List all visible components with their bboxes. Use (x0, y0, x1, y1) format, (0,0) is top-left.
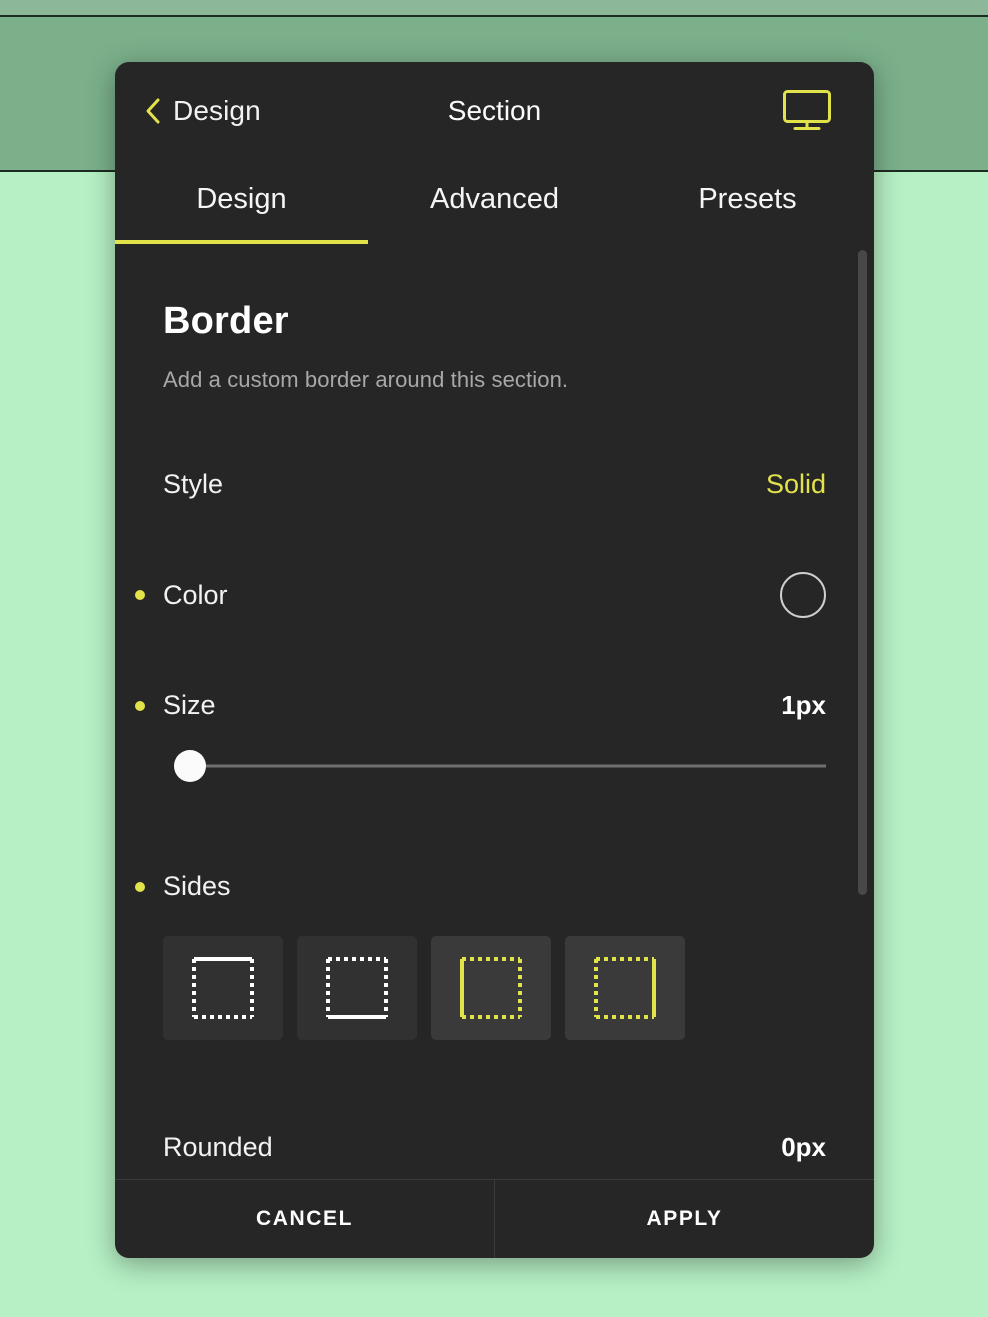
apply-button[interactable]: APPLY (494, 1180, 874, 1258)
color-row-left: Color (135, 579, 228, 611)
size-row-left: Size (135, 690, 216, 721)
border-side-glyph-icon (192, 957, 254, 1019)
style-row-left: Style (163, 469, 223, 500)
sides-option-group (163, 936, 826, 1040)
tab-presets-label: Presets (698, 182, 797, 215)
tab-presets[interactable]: Presets (621, 160, 874, 244)
tab-design[interactable]: Design (115, 160, 368, 244)
tab-advanced-label: Advanced (430, 182, 559, 215)
color-row[interactable]: Color (135, 572, 826, 618)
color-swatch[interactable] (780, 572, 826, 618)
style-row[interactable]: Style Solid (163, 469, 826, 500)
border-top-option[interactable] (163, 936, 283, 1040)
size-slider-track (177, 764, 826, 768)
scrollbar-thumb[interactable] (858, 250, 867, 895)
rounded-row-left: Rounded (163, 1132, 273, 1163)
size-slider-knob[interactable] (173, 750, 206, 782)
rounded-label: Rounded (163, 1132, 273, 1162)
tab-bar: Design Advanced Presets (115, 160, 874, 244)
modal-footer: CANCEL APPLY (115, 1179, 874, 1258)
sides-row-left: Sides (135, 871, 231, 902)
border-right-option[interactable] (565, 936, 685, 1040)
size-value: 1px (781, 690, 826, 720)
section-description: Add a custom border around this section. (163, 367, 569, 392)
border-side-glyph-icon (460, 957, 522, 1019)
style-value[interactable]: Solid (766, 469, 826, 500)
size-row: Size 1px (135, 690, 826, 721)
chevron-left-icon (145, 97, 161, 125)
border-bottom-option[interactable] (297, 936, 417, 1040)
size-label: Size (163, 690, 216, 720)
size-slider[interactable] (163, 749, 826, 783)
modified-dot-icon (135, 700, 145, 711)
cancel-button[interactable]: CANCEL (115, 1180, 494, 1258)
back-button-label: Design (173, 95, 261, 126)
tab-design-label: Design (196, 182, 287, 215)
border-left-option[interactable] (431, 936, 551, 1040)
tab-advanced[interactable]: Advanced (368, 160, 621, 244)
scrollbar[interactable] (858, 250, 867, 1173)
border-side-glyph-icon (594, 957, 656, 1019)
section-heading: Border (163, 300, 289, 342)
style-label: Style (163, 469, 224, 499)
back-button[interactable]: Design (145, 95, 261, 127)
color-label: Color (163, 579, 228, 610)
modal-topbar: Design Section (115, 62, 874, 160)
sides-label: Sides (163, 871, 231, 901)
modified-dot-icon (135, 590, 145, 600)
border-settings-modal: Design Section Design Advanced Presets B… (115, 62, 874, 1258)
border-side-glyph-icon (326, 957, 388, 1019)
desktop-monitor-icon[interactable] (782, 89, 832, 133)
rounded-value: 0px (781, 1132, 826, 1162)
rounded-row: Rounded 0px (163, 1132, 826, 1163)
modified-dot-icon (135, 881, 145, 892)
background-strip-top (0, 0, 988, 15)
settings-scroll-area[interactable]: Border Add a custom border around this s… (115, 244, 874, 1179)
sides-row: Sides (135, 871, 826, 902)
